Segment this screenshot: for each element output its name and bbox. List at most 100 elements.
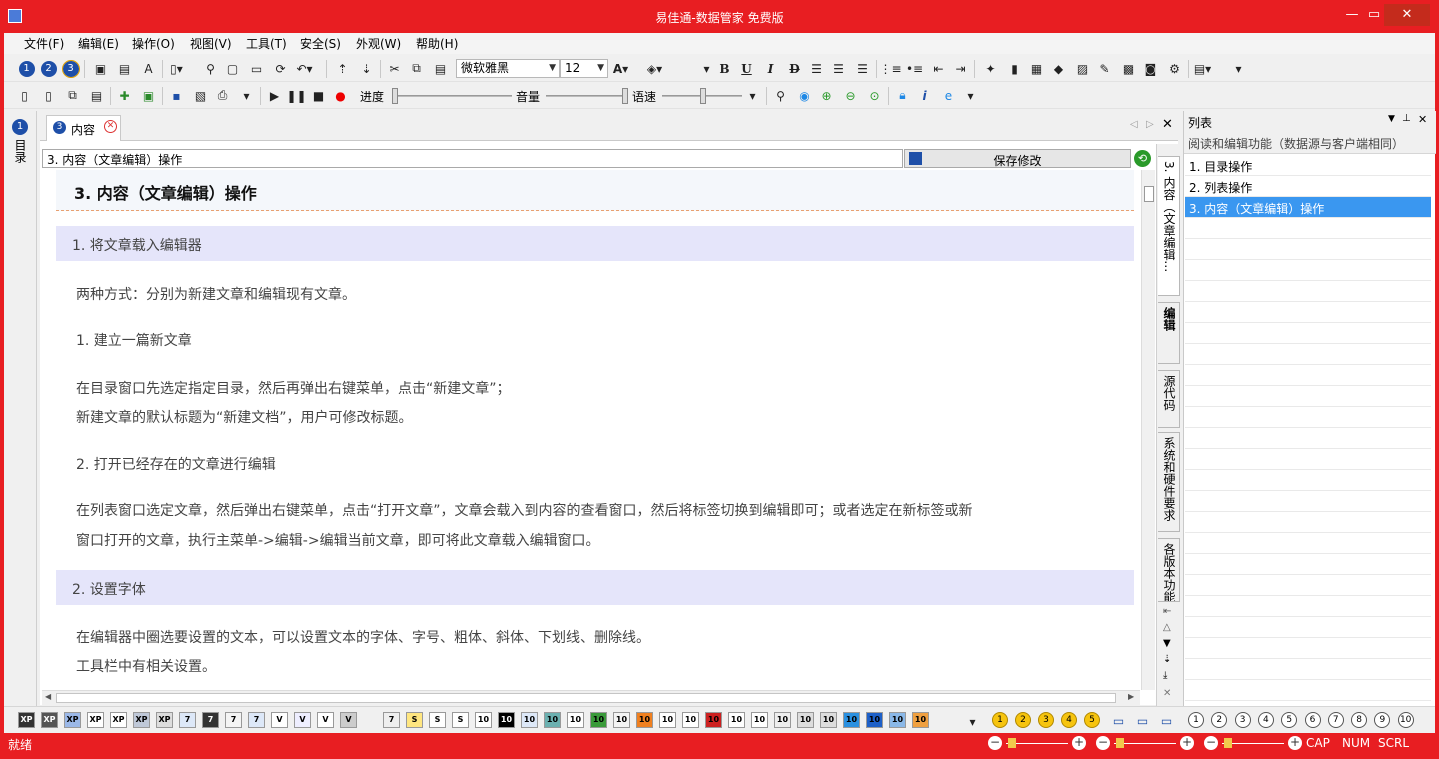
lock-icon[interactable]: 🔒︎ [894, 87, 911, 104]
theme-icon-31[interactable]: 10 [728, 712, 745, 728]
menu-appearance[interactable]: 外观(W) [356, 35, 401, 52]
theme-icon-16[interactable]: 7 [383, 712, 400, 728]
panel-close-icon[interactable]: ✕ [1418, 113, 1427, 126]
vtab-edit[interactable]: 编辑 [1158, 302, 1180, 364]
theme-icon-19[interactable]: S [452, 712, 469, 728]
scroll-thumb[interactable] [1144, 186, 1154, 202]
restore-button[interactable]: ▭ [1362, 4, 1386, 26]
hscroll-thumb[interactable] [56, 693, 1116, 703]
menu-edit[interactable]: 编辑(E) [78, 35, 119, 52]
theme-icon-23[interactable]: 10 [544, 712, 561, 728]
theme-icon-38[interactable]: 10 [889, 712, 906, 728]
theme-icon-20[interactable]: 10 [475, 712, 492, 728]
monitor-icon[interactable]: ▭ [1110, 712, 1127, 729]
zoom-slider-2[interactable]: − + [1096, 736, 1194, 752]
add-doc-icon[interactable]: ▣ [140, 87, 157, 104]
volume-slider[interactable] [546, 95, 624, 97]
pause-icon[interactable]: ❚❚ [286, 87, 306, 104]
new-file-icon[interactable]: ▯ [16, 87, 33, 104]
view2-icon[interactable]: 2 [40, 60, 57, 77]
theme-icon-29[interactable]: 10 [682, 712, 699, 728]
scroll-left-icon[interactable]: ◀ [45, 692, 51, 701]
vtab-source[interactable]: 源代码 [1158, 370, 1180, 428]
note-icon[interactable]: ▤ [88, 87, 105, 104]
theme-icon-14[interactable]: V [317, 712, 334, 728]
volume-slider-thumb[interactable] [622, 88, 628, 104]
zoom-in-icon[interactable]: + [1288, 736, 1302, 750]
theme-icon-8[interactable]: 7 [179, 712, 196, 728]
font-size-circle-2[interactable]: 2 [1211, 712, 1228, 728]
directory-tab[interactable]: 目录 [12, 139, 29, 163]
minus-circle-icon[interactable]: ⊖ [842, 87, 859, 104]
theme-icon-34[interactable]: 10 [797, 712, 814, 728]
more-dropdown-icon[interactable]: ▾ [698, 60, 715, 77]
text-style-icon[interactable]: A [140, 60, 157, 77]
list-item[interactable]: 1. 目录操作 [1185, 155, 1431, 176]
menu-operate[interactable]: 操作(O) [132, 35, 175, 52]
picture-icon[interactable]: ▨ [1074, 60, 1091, 77]
align-center-icon[interactable]: ☰ [830, 60, 847, 77]
find-icon[interactable]: ⚲ [202, 60, 219, 77]
info-circle-icon[interactable]: i [916, 87, 933, 104]
toolbar-overflow-icon[interactable]: ▾ [1230, 60, 1247, 77]
theme-icon-37[interactable]: 10 [866, 712, 883, 728]
theme-icon-1[interactable]: XP [18, 712, 35, 728]
theme-icon-9[interactable]: 7 [202, 712, 219, 728]
theme-icon-10[interactable]: 7 [225, 712, 242, 728]
menu-help[interactable]: 帮助(H) [416, 35, 458, 52]
theme-icon-21[interactable]: 10 [498, 712, 515, 728]
indent-icon[interactable]: ⇥ [952, 60, 969, 77]
italic-icon[interactable]: I [762, 60, 779, 77]
theme-icon-2[interactable]: XP [41, 712, 58, 728]
outdent-icon[interactable]: ⇤ [930, 60, 947, 77]
vtab-down-icon[interactable]: ▼ [1163, 638, 1171, 649]
theme-icon-5[interactable]: XP [110, 712, 127, 728]
list-item[interactable]: 2. 列表操作 [1185, 176, 1431, 197]
theme-icon-39[interactable]: 10 [912, 712, 929, 728]
table-icon[interactable]: ▦ [1028, 60, 1045, 77]
theme-icon-26[interactable]: 10 [613, 712, 630, 728]
theme-icon-7[interactable]: XP [156, 712, 173, 728]
zoom-out-icon[interactable]: − [1096, 736, 1110, 750]
copy-icon[interactable]: ⧉ [408, 60, 425, 77]
theme-icon-27[interactable]: 10 [636, 712, 653, 728]
vtab-content-view[interactable]: 3. 内容（文章编辑… [1158, 156, 1180, 296]
toolbar-overflow-icon[interactable]: ▾ [962, 87, 979, 104]
view3-icon[interactable]: 3 [61, 59, 80, 78]
theme-icon-28[interactable]: 10 [659, 712, 676, 728]
plugin-icon[interactable]: ✦ [982, 60, 999, 77]
theme-icon-17[interactable]: S [406, 712, 423, 728]
align-left-icon[interactable]: ☰ [808, 60, 825, 77]
theme-icon-6[interactable]: XP [133, 712, 150, 728]
laptop-icon[interactable]: ▭ [1134, 712, 1151, 729]
menu-tools[interactable]: 工具(T) [246, 35, 287, 52]
new-folder-icon[interactable]: ✚ [116, 87, 133, 104]
zoom-slider-3[interactable]: − + [1204, 736, 1302, 752]
bullet-list-icon[interactable]: •≡ [906, 60, 923, 77]
zoom-out-icon[interactable]: − [988, 736, 1002, 750]
tab-prev-icon[interactable]: ◁ [1130, 119, 1138, 130]
toolbar-overflow-icon[interactable]: ▾ [744, 87, 761, 104]
open-file-icon[interactable]: ▯ [40, 87, 57, 104]
history-icon[interactable]: ⟲ [1134, 150, 1151, 167]
font-size-circle-7[interactable]: 7 [1327, 712, 1344, 728]
print-icon[interactable]: ⎙ [214, 87, 231, 104]
panel-menu-icon[interactable]: ▼ [1388, 114, 1395, 124]
stop-icon[interactable]: ■ [310, 87, 327, 104]
image-icon[interactable]: ▤ [116, 60, 133, 77]
vtab-editions[interactable]: 各版本功能 [1158, 538, 1180, 602]
bold-icon[interactable]: B [716, 60, 733, 77]
theme-icon-11[interactable]: 7 [248, 712, 265, 728]
pin-icon[interactable]: ⊥ [1402, 113, 1411, 124]
move-up-icon[interactable]: ⇡ [334, 60, 351, 77]
vtab-up-icon[interactable]: △ [1163, 622, 1171, 633]
font-size-circle-10[interactable]: 10 [1397, 712, 1414, 728]
zoom-in-icon[interactable]: + [1180, 736, 1194, 750]
page-icon[interactable]: ▢ [224, 60, 241, 77]
tab-close-icon[interactable]: ✕ [104, 120, 117, 133]
layout-circle-5[interactable]: 5 [1084, 712, 1100, 728]
font-size-select[interactable]: 12 ▼ [560, 59, 608, 78]
numbered-list-icon[interactable]: ⋮≡ [879, 60, 901, 77]
vtab-first-icon[interactable]: ⇤ [1163, 606, 1171, 617]
photo-icon[interactable]: ◙ [1142, 60, 1159, 77]
